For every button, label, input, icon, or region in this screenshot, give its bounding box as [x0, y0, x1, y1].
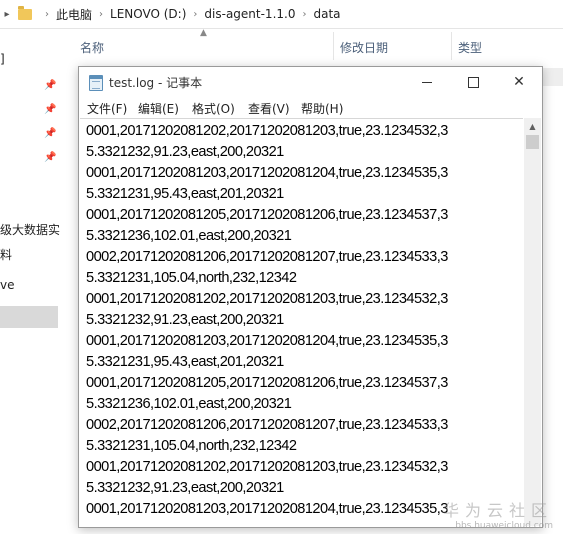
pin-icon[interactable]: 📌: [44, 128, 56, 139]
notepad-icon: [89, 75, 103, 91]
title-bar[interactable]: test.log - 记事本 ✕: [79, 67, 542, 97]
text-line: 5.3321236,102.01,east,200,20321: [86, 396, 292, 412]
breadcrumb-separator-icon: ›: [99, 8, 104, 20]
menu-help[interactable]: 帮助(H): [301, 100, 343, 117]
nav-pane-item-bigdata[interactable]: 级大数据实: [0, 221, 60, 238]
minimize-icon: [422, 81, 432, 83]
sort-ascending-icon: ▲: [200, 28, 207, 38]
text-line: 5.3321231,95.43,east,201,20321: [86, 186, 284, 202]
pin-icon[interactable]: 📌: [44, 80, 56, 91]
menu-edit[interactable]: 编辑(E): [138, 100, 179, 117]
maximize-icon: [467, 76, 479, 88]
text-line: 0001,20171202081202,20171202081203,true,…: [86, 291, 448, 307]
menu-file[interactable]: 文件(F): [87, 100, 127, 117]
text-line: 0001,20171202081203,20171202081204,true,…: [86, 333, 448, 349]
breadcrumb-this-pc[interactable]: 此电脑: [56, 6, 92, 23]
column-header-row: ▲ 名称 修改日期 类型: [62, 28, 563, 64]
nav-chevron-icon[interactable]: ▸: [0, 9, 14, 20]
breadcrumb-current[interactable]: data: [313, 7, 340, 21]
column-divider[interactable]: [451, 32, 452, 60]
navigation-pane: ] 📌 📌 📌 📌 级大数据实 料 ve: [0, 28, 62, 534]
breadcrumb-separator-icon: ›: [193, 8, 198, 20]
pin-icon[interactable]: 📌: [44, 152, 56, 163]
text-line: 5.3321232,91.23,east,200,20321: [86, 312, 284, 328]
scroll-up-icon[interactable]: ▲: [524, 118, 541, 135]
minimize-button[interactable]: [404, 67, 450, 97]
maximize-button[interactable]: [450, 67, 496, 97]
scrollbar-thumb[interactable]: [526, 135, 539, 149]
breadcrumb-separator-icon: ›: [45, 8, 49, 20]
text-line: 0001,20171202081203,20171202081204,true,…: [86, 501, 448, 517]
close-icon: ✕: [513, 74, 525, 90]
text-line: 0001,20171202081205,20171202081206,true,…: [86, 207, 448, 223]
text-line: 0001,20171202081205,20171202081206,true,…: [86, 375, 448, 391]
nav-pane-item-material[interactable]: 料: [0, 246, 12, 263]
breadcrumb-folder[interactable]: dis-agent-1.1.0: [204, 7, 295, 21]
window-title: test.log - 记事本: [109, 76, 203, 90]
notepad-window: test.log - 记事本 ✕ 文件(F) 编辑(E) 格式(O) 查看(V)…: [78, 66, 543, 528]
text-line: 0002,20171202081206,20171202081207,true,…: [86, 417, 448, 433]
text-line: 0001,20171202081202,20171202081203,true,…: [86, 123, 448, 139]
text-line: 0001,20171202081203,20171202081204,true,…: [86, 165, 448, 181]
text-editor-area[interactable]: 0001,20171202081202,20171202081203,true,…: [80, 118, 523, 527]
watermark-brand: 华为云社区: [442, 501, 553, 520]
file-row-fragment: [541, 68, 563, 86]
folder-icon: [18, 5, 32, 20]
nav-pane-selected-item[interactable]: [0, 306, 58, 328]
nav-pane-item[interactable]: ]: [0, 52, 5, 66]
text-line: 0002,20171202081206,20171202081207,true,…: [86, 249, 448, 265]
text-line: 5.3321231,95.43,east,201,20321: [86, 354, 284, 370]
pin-icon[interactable]: 📌: [44, 104, 56, 115]
breadcrumb-separator-icon: ›: [302, 8, 307, 20]
menu-format[interactable]: 格式(O): [192, 100, 235, 117]
column-divider[interactable]: [333, 32, 334, 60]
menu-view[interactable]: 查看(V): [248, 100, 290, 117]
text-line: 5.3321231,105.04,north,232,12342: [86, 270, 297, 286]
watermark: 华为云社区 bbs.huaweicloud.com: [443, 497, 553, 531]
text-line: 5.3321236,102.01,east,200,20321: [86, 228, 292, 244]
nav-pane-item-drive[interactable]: ve: [0, 278, 14, 292]
vertical-scrollbar[interactable]: ▲: [524, 118, 541, 526]
text-line: 5.3321231,105.04,north,232,12342: [86, 438, 297, 454]
menu-bar: 文件(F) 编辑(E) 格式(O) 查看(V) 帮助(H): [79, 97, 542, 118]
column-header-date[interactable]: 修改日期: [340, 39, 388, 56]
column-header-type[interactable]: 类型: [458, 39, 482, 56]
watermark-url: bbs.huaweicloud.com: [455, 521, 553, 531]
breadcrumb-drive[interactable]: LENOVO (D:): [110, 7, 186, 21]
text-line: 5.3321232,91.23,east,200,20321: [86, 144, 284, 160]
text-line: 5.3321232,91.23,east,200,20321: [86, 480, 284, 496]
address-bar[interactable]: ▸ › 此电脑 › LENOVO (D:) › dis-agent-1.1.0 …: [0, 0, 563, 29]
close-button[interactable]: ✕: [496, 67, 542, 97]
column-header-name[interactable]: 名称: [80, 39, 104, 56]
text-line: 0001,20171202081202,20171202081203,true,…: [86, 459, 448, 475]
